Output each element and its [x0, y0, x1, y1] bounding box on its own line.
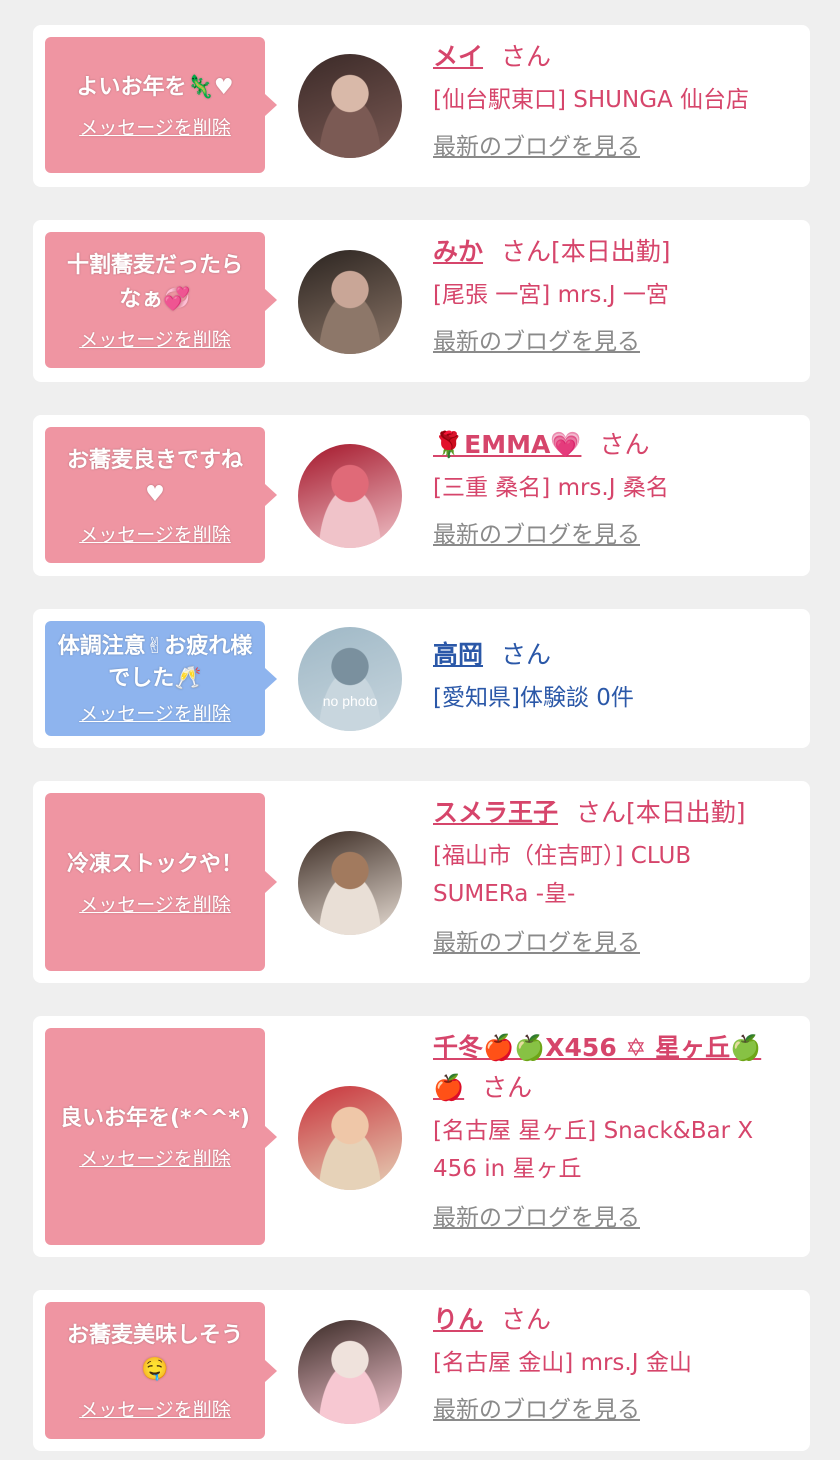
message-text: お蕎麦美味しそう🤤 [66, 1323, 243, 1382]
avatar-photo [298, 1320, 402, 1424]
message-card: 十割蕎麦だったらなぁ💞 メッセージを削除 みか さん[本日出勤] [尾張 一宮] … [33, 220, 810, 382]
delete-message-link[interactable]: メッセージを削除 [79, 699, 231, 726]
delete-message-link[interactable]: メッセージを削除 [79, 890, 231, 917]
delete-message-link[interactable]: メッセージを削除 [79, 520, 231, 547]
shop-text: [名古屋 星ヶ丘] Snack&Bar X 456 in 星ヶ丘 [433, 1118, 754, 1182]
profile-info: りん さん [名古屋 金山] mrs.J 金山 最新のブログを見る [433, 1300, 790, 1424]
shop-text: [尾張 一宮] mrs.J 一宮 [433, 282, 669, 308]
honorific-text: さん[本日出勤] [501, 237, 671, 266]
delete-message-link[interactable]: メッセージを削除 [79, 1144, 231, 1171]
message-text: 十割蕎麦だったらなぁ💞 [67, 252, 244, 312]
avatar[interactable] [298, 250, 402, 354]
profile-info: みか さん[本日出勤] [尾張 一宮] mrs.J 一宮 最新のブログを見る [433, 232, 790, 356]
shop-text: [仙台駅東口] SHUNGA 仙台店 [433, 87, 750, 113]
honorific-text: さん [501, 42, 552, 71]
message-card: 冷凍ストックや！ メッセージを削除 スメラ王子 さん[本日出勤] [福山市（住吉町… [33, 781, 810, 983]
message-card: お蕎麦良きですね♥ メッセージを削除 🌹EMMA💗 さん [三重 桑名] mrs.… [33, 415, 810, 576]
profile-name-link[interactable]: みか [433, 237, 483, 266]
profile-name-link[interactable]: 高岡 [433, 640, 483, 669]
profile-info: 高岡 さん [愛知県]体験談 0件 [433, 635, 790, 717]
shop-text: [名古屋 金山] mrs.J 金山 [433, 1350, 692, 1376]
message-text: お蕎麦良きですね♥ [66, 447, 243, 507]
avatar-photo [298, 831, 402, 935]
latest-blog-link[interactable]: 最新のブログを見る [433, 1390, 640, 1424]
shop-text: [福山市（住吉町）] CLUB SUMERa -皇- [433, 843, 692, 907]
avatar[interactable]: no photo [298, 627, 402, 731]
honorific-text: さん[本日出勤] [576, 798, 746, 827]
message-bubble: 体調注意✌お疲れ様でした🥂 メッセージを削除 [45, 621, 277, 736]
profile-info: スメラ王子 さん[本日出勤] [福山市（住吉町）] CLUB SUMERa -皇-… [433, 793, 790, 957]
message-bubble: お蕎麦美味しそう🤤 メッセージを削除 [45, 1302, 277, 1439]
latest-blog-link[interactable]: 最新のブログを見る [433, 923, 640, 957]
avatar-photo [298, 444, 402, 548]
avatar-photo [298, 250, 402, 354]
avatar[interactable] [298, 1320, 402, 1424]
honorific-text: さん [501, 640, 552, 669]
profile-info: メイ さん [仙台駅東口] SHUNGA 仙台店 最新のブログを見る [433, 37, 790, 161]
shop-text: [三重 桑名] mrs.J 桑名 [433, 475, 669, 501]
no-photo-label: no photo [322, 693, 378, 709]
latest-blog-link[interactable]: 最新のブログを見る [433, 515, 640, 549]
message-card: お蕎麦美味しそう🤤 メッセージを削除 りん さん [名古屋 金山] mrs.J 金… [33, 1290, 810, 1451]
message-bubble: 良いお年を(*^^*) メッセージを削除 [45, 1028, 277, 1245]
profile-name-link[interactable]: スメラ王子 [433, 798, 558, 827]
profile-name-link[interactable]: メイ [433, 42, 483, 71]
avatar[interactable] [298, 831, 402, 935]
profile-info: 千冬🍎🍏X456 ✡ 星ヶ丘🍏🍎 さん [名古屋 星ヶ丘] Snack&Bar X… [433, 1028, 790, 1232]
delete-message-link[interactable]: メッセージを削除 [79, 325, 231, 352]
message-text: よいお年を🦎♥ [76, 74, 234, 100]
message-bubble: お蕎麦良きですね♥ メッセージを削除 [45, 427, 277, 563]
message-card: よいお年を🦎♥ メッセージを削除 メイ さん [仙台駅東口] SHUNGA 仙台店… [33, 25, 810, 187]
avatar[interactable] [298, 444, 402, 548]
name-line: 千冬🍎🍏X456 ✡ 星ヶ丘🍏🍎 さん [433, 1028, 790, 1108]
latest-blog-link[interactable]: 最新のブログを見る [433, 322, 640, 356]
profile-name-link[interactable]: 🌹EMMA💗 [433, 430, 581, 459]
avatar[interactable] [298, 54, 402, 158]
name-line: スメラ王子 さん[本日出勤] [433, 793, 790, 833]
latest-blog-link[interactable]: 最新のブログを見る [433, 1198, 640, 1232]
name-line: メイ さん [433, 37, 790, 77]
avatar-photo [298, 54, 402, 158]
message-text: 冷凍ストックや！ [66, 851, 243, 877]
name-line: 高岡 さん [433, 635, 790, 675]
message-text: 体調注意✌お疲れ様でした🥂 [57, 634, 253, 691]
name-line: みか さん[本日出勤] [433, 232, 790, 272]
message-bubble: 冷凍ストックや！ メッセージを削除 [45, 793, 277, 971]
profile-name-link[interactable]: りん [433, 1305, 483, 1334]
delete-message-link[interactable]: メッセージを削除 [79, 1395, 231, 1422]
delete-message-link[interactable]: メッセージを削除 [79, 113, 231, 140]
name-line: りん さん [433, 1300, 790, 1340]
honorific-text: さん [501, 1305, 552, 1334]
message-list: よいお年を🦎♥ メッセージを削除 メイ さん [仙台駅東口] SHUNGA 仙台店… [0, 0, 840, 1460]
honorific-text: さん [599, 430, 650, 459]
message-bubble: よいお年を🦎♥ メッセージを削除 [45, 37, 277, 173]
name-line: 🌹EMMA💗 さん [433, 425, 790, 465]
avatar[interactable] [298, 1086, 402, 1190]
message-card: 体調注意✌お疲れ様でした🥂 メッセージを削除 no photo 高岡 さん [愛知… [33, 609, 810, 748]
honorific-text: さん [482, 1073, 533, 1102]
message-bubble: 十割蕎麦だったらなぁ💞 メッセージを削除 [45, 232, 277, 368]
shop-text: [愛知県]体験談 0件 [433, 685, 634, 711]
avatar-photo: no photo [298, 627, 402, 731]
message-text: 良いお年を(*^^*) [60, 1106, 250, 1131]
avatar-photo [298, 1086, 402, 1190]
message-card: 良いお年を(*^^*) メッセージを削除 千冬🍎🍏X456 ✡ 星ヶ丘🍏🍎 さん … [33, 1016, 810, 1257]
profile-info: 🌹EMMA💗 さん [三重 桑名] mrs.J 桑名 最新のブログを見る [433, 425, 790, 549]
latest-blog-link[interactable]: 最新のブログを見る [433, 127, 640, 161]
